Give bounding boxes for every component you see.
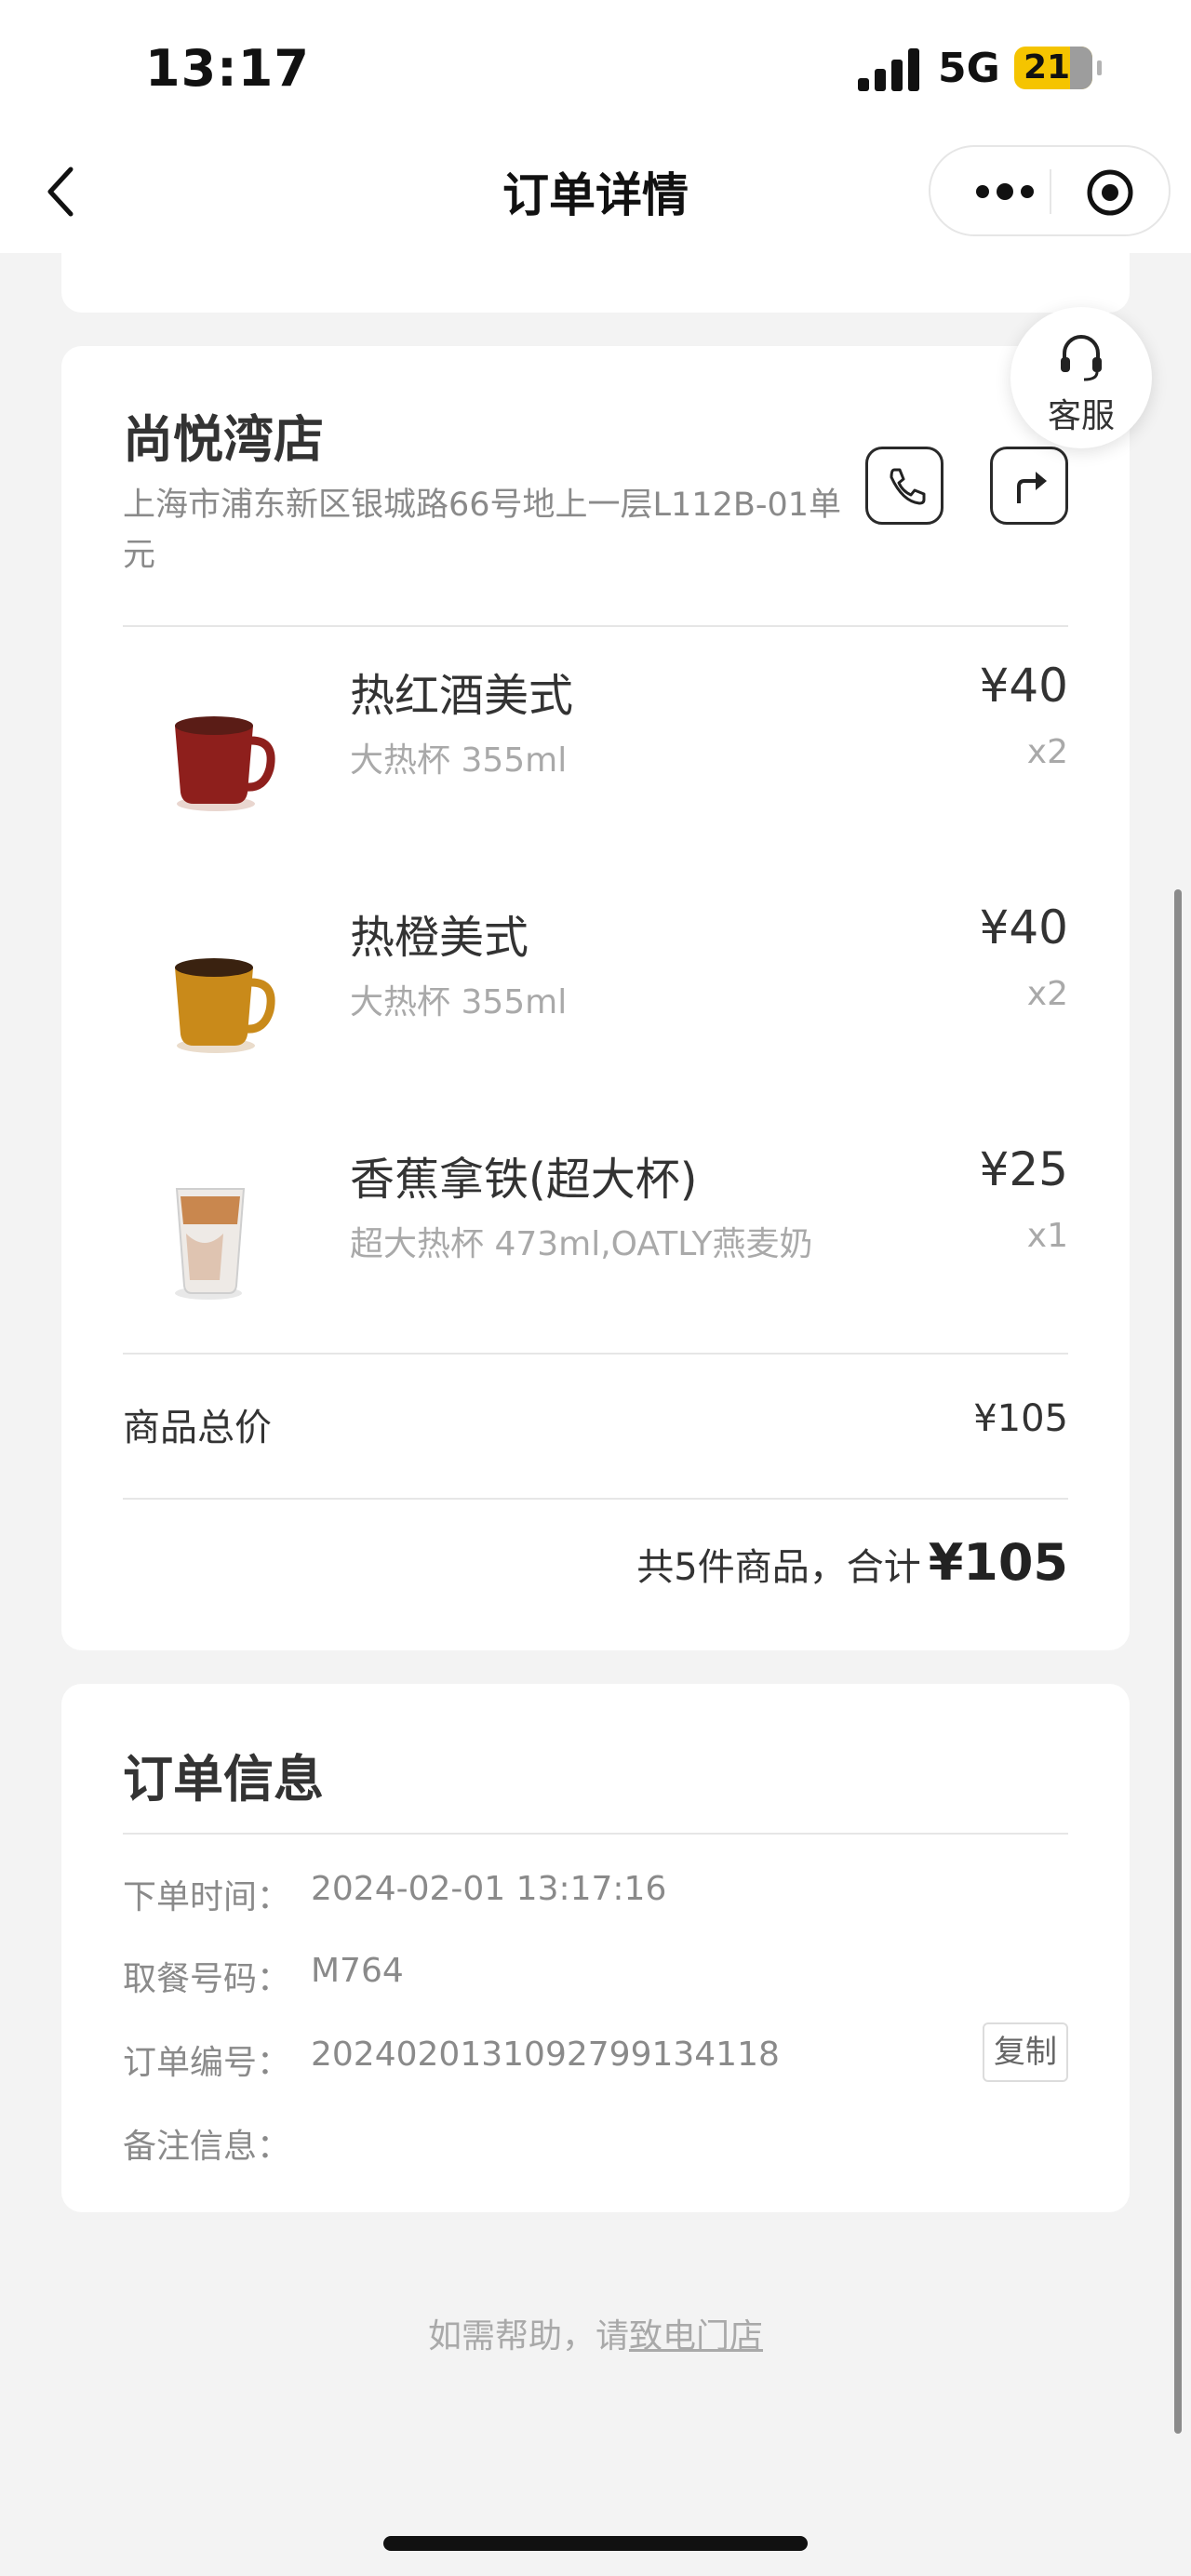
- item-name: 香蕉拿铁(超大杯): [350, 1154, 698, 1206]
- product-image: [175, 1188, 246, 1300]
- order-number-row: 订单编号： 20240201310927991341​18 复制: [123, 2022, 1068, 2091]
- customer-service-label: 客服: [1047, 397, 1115, 435]
- miniprogram-capsule: [929, 145, 1171, 236]
- item-spec: 大热杯 355ml: [350, 983, 568, 1021]
- order-items-card: 尚悦湾店 上海市浦东新区银城路66号地上一层L112B-01单元 热红酒美式 大…: [61, 346, 1130, 1650]
- info-label: 下单时间：: [123, 1878, 291, 1916]
- order-item: 热橙美式 大热杯 355ml ¥40 x2: [123, 895, 1068, 1081]
- network-type: 5G: [938, 45, 1000, 92]
- call-store-button[interactable]: [865, 447, 943, 525]
- info-label: 订单编号：: [123, 2044, 291, 2082]
- battery-level: 21: [1024, 48, 1071, 87]
- close-miniprogram-button[interactable]: [1085, 167, 1135, 218]
- info-value: M764: [311, 1952, 404, 1990]
- item-qty: x2: [1026, 733, 1068, 771]
- subtotal-value: ¥105: [973, 1397, 1068, 1440]
- order-item: 热红酒美式 大热杯 355ml ¥40 x2: [123, 653, 1068, 839]
- remark-row: 备注信息：: [123, 2119, 1068, 2175]
- item-name: 热橙美式: [350, 912, 529, 964]
- copy-button[interactable]: 复制: [983, 2022, 1068, 2082]
- summary-text: 共5件商品，合计: [636, 1546, 921, 1589]
- order-info-card: 订单信息 下单时间： 2024-02-01 13:17:16 取餐号码： M76…: [61, 1684, 1130, 2212]
- divider: [123, 1353, 1068, 1355]
- more-button[interactable]: [968, 173, 1042, 210]
- product-image: [175, 716, 275, 811]
- item-qty: x1: [1026, 1217, 1068, 1255]
- info-label: 取餐号码：: [123, 1960, 291, 1998]
- more-icon: [976, 183, 1034, 200]
- subtotal-label: 商品总价: [123, 1407, 272, 1449]
- navigate-button[interactable]: [990, 447, 1068, 525]
- battery-icon: 21: [1014, 47, 1102, 89]
- info-value: 2024-02-01 13:17:16: [311, 1870, 667, 1908]
- item-qty: x2: [1026, 975, 1068, 1013]
- top-bar: 13:17 5G 21 订单详情: [0, 0, 1191, 253]
- product-image: [175, 958, 275, 1053]
- phone-icon: [890, 468, 926, 505]
- order-time-row: 下单时间： 2024-02-01 13:17:16: [123, 1870, 1068, 1926]
- info-value: 20240201310927991341​18: [311, 2035, 780, 2074]
- info-label: 备注信息：: [123, 2128, 291, 2166]
- item-spec: 大热杯 355ml: [350, 741, 568, 780]
- pickup-code-row: 取餐号码： M764: [123, 1952, 1068, 2008]
- summary-total: ¥105: [928, 1533, 1068, 1592]
- order-item: 香蕉拿铁(超大杯) 超大热杯 473ml,OATLY燕麦奶 ¥25 x1: [123, 1137, 1068, 1323]
- divider: [123, 1833, 1068, 1835]
- store-name: 尚悦湾店: [123, 410, 324, 469]
- help-text: 如需帮助，请致电门店: [0, 2309, 1191, 2357]
- divider: [123, 1498, 1068, 1500]
- call-store-link[interactable]: 致电门店: [629, 2317, 763, 2356]
- target-icon: [1087, 169, 1133, 216]
- signal-icon: [858, 48, 921, 91]
- item-price: ¥25: [979, 1142, 1068, 1196]
- item-name: 热红酒美式: [350, 670, 574, 722]
- status-time: 13:17: [145, 39, 310, 98]
- item-price: ¥40: [979, 901, 1068, 954]
- store-address: 上海市浦东新区银城路66号地上一层L112B-01单元: [123, 487, 842, 574]
- customer-service-button[interactable]: 客服: [1010, 307, 1152, 448]
- item-spec: 超大热杯 473ml,OATLY燕麦奶: [350, 1225, 813, 1263]
- divider: [123, 625, 1068, 627]
- home-indicator: [383, 2536, 808, 2551]
- directions-icon: [1017, 472, 1047, 503]
- help-prefix: 如需帮助，请: [427, 2317, 629, 2356]
- item-price: ¥40: [979, 659, 1068, 713]
- headset-icon: [1061, 335, 1102, 381]
- order-info-title: 订单信息: [123, 1750, 324, 1809]
- scrollbar[interactable]: [1174, 889, 1182, 2434]
- order-summary: 共5件商品，合计 ¥105: [636, 1533, 1068, 1592]
